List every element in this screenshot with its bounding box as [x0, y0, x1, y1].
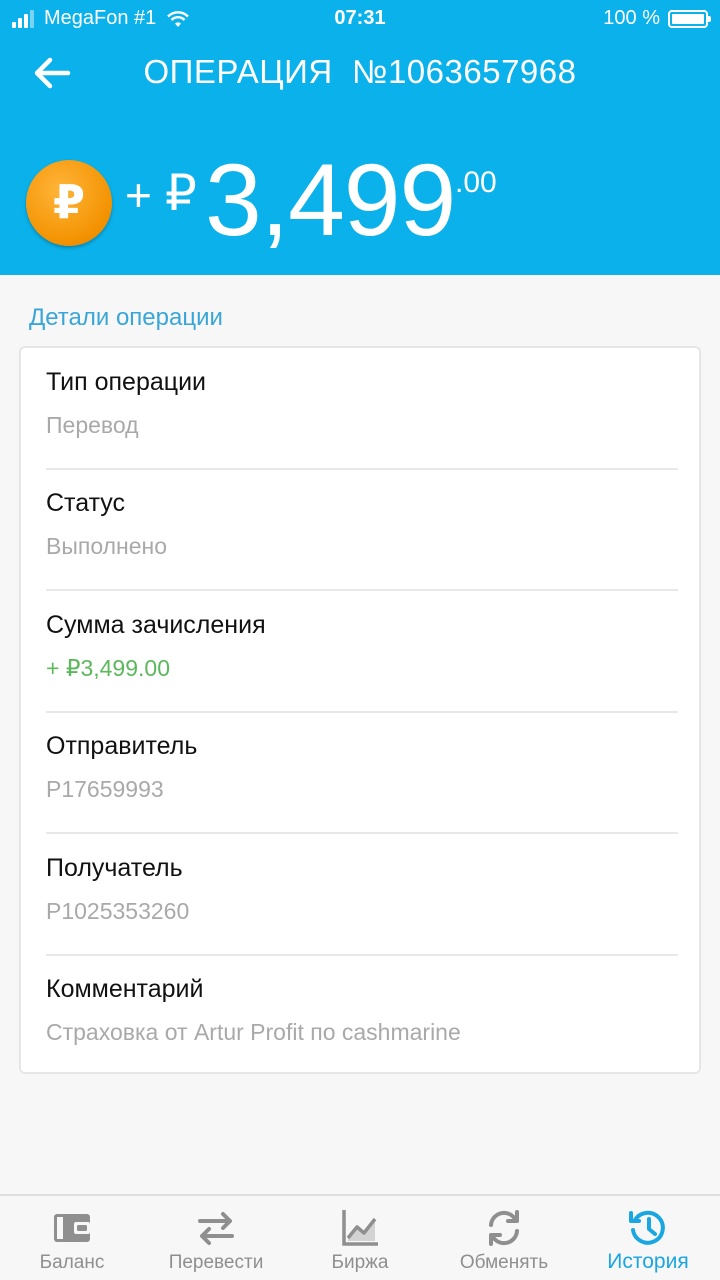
header: MegaFon #1 07:31 100 % ОПЕРАЦИЯ №1063657… — [0, 0, 720, 275]
tab-label: Перевести — [168, 1252, 264, 1273]
tab-label: Баланс — [39, 1252, 105, 1273]
transfer-arrows-icon — [198, 1212, 234, 1245]
detail-row-recipient: Получатель P1025353260 — [46, 834, 678, 956]
amount-cents: .00 — [455, 166, 497, 199]
detail-label: Отправитель — [46, 732, 198, 760]
tab-history[interactable]: История — [576, 1196, 720, 1280]
amount-sign: + — [125, 169, 152, 221]
operation-number: №1063657968 — [352, 53, 577, 90]
detail-label: Тип операции — [46, 368, 207, 396]
tab-label: Биржа — [331, 1252, 389, 1273]
detail-label: Статус — [46, 489, 126, 517]
tab-balance[interactable]: Баланс — [0, 1196, 144, 1280]
detail-label: Получатель — [46, 854, 183, 882]
tab-bar: Баланс Перевести Биржа Обменять История — [0, 1194, 720, 1280]
page-title-prefix: ОПЕРАЦИЯ — [143, 53, 333, 90]
detail-row-sender: Отправитель P17659993 — [46, 712, 678, 834]
tab-exchange[interactable]: Обменять — [432, 1196, 576, 1280]
amount-value: 3,499 — [205, 143, 456, 257]
amount-currency: ₽ — [165, 165, 197, 221]
detail-value: P1025353260 — [46, 898, 190, 924]
svg-text:₽: ₽ — [53, 175, 85, 229]
tab-label: Обменять — [459, 1252, 549, 1273]
tab-transfer[interactable]: Перевести — [144, 1196, 288, 1280]
wallet-icon — [54, 1214, 90, 1242]
details-card: Тип операции Перевод Статус Выполнено Су… — [19, 346, 701, 1074]
history-clock-icon — [629, 1210, 665, 1245]
detail-value: + ₽3,499.00 — [46, 655, 170, 681]
back-button[interactable] — [28, 53, 78, 93]
nav-bar: ОПЕРАЦИЯ №1063657968 — [0, 45, 720, 100]
battery-percent: 100 % — [603, 7, 660, 29]
status-bar: MegaFon #1 07:31 100 % — [0, 0, 720, 38]
ruble-coin-icon: ₽ — [26, 160, 112, 246]
detail-value: Страховка от Artur Profit по cashmarine — [46, 1019, 461, 1045]
detail-value: P17659993 — [46, 776, 164, 802]
page-title: ОПЕРАЦИЯ №1063657968 — [110, 53, 610, 91]
detail-row-comment: Комментарий Страховка от Artur Profit по… — [46, 955, 678, 1077]
detail-row-type: Тип операции Перевод — [46, 348, 678, 470]
detail-row-status: Статус Выполнено — [46, 469, 678, 591]
detail-label: Сумма зачисления — [46, 611, 266, 639]
exchange-refresh-icon — [489, 1210, 519, 1246]
tab-label: История — [607, 1250, 689, 1273]
back-arrow-icon — [34, 57, 71, 89]
amount-row: ₽ + ₽ 3,499 .00 — [0, 143, 720, 260]
battery-icon — [668, 9, 711, 28]
chart-icon — [342, 1210, 378, 1246]
section-title: Детали операции — [29, 304, 223, 331]
detail-value: Выполнено — [46, 533, 168, 559]
tab-exchange-market[interactable]: Биржа — [288, 1196, 432, 1280]
detail-label: Комментарий — [46, 975, 204, 1003]
detail-row-amount: Сумма зачисления + ₽3,499.00 — [46, 591, 678, 713]
detail-value: Перевод — [46, 412, 139, 438]
